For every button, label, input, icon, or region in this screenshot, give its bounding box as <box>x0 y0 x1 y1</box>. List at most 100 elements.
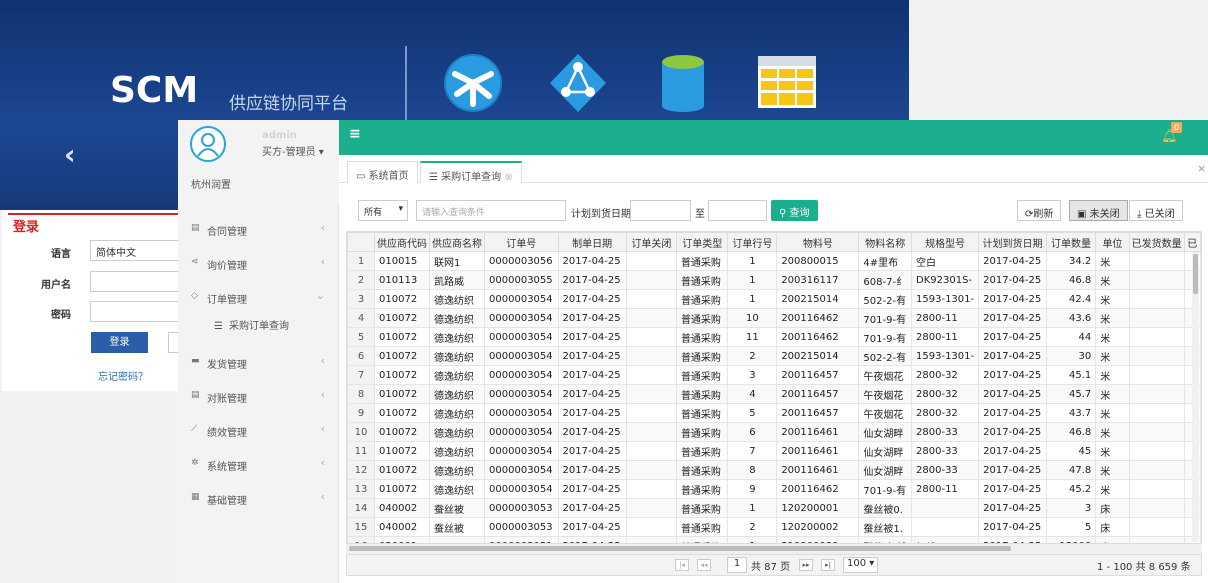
username-field[interactable] <box>90 271 178 292</box>
horizontal-scrollbar-thumb[interactable] <box>349 546 1011 551</box>
sidebar-item-system[interactable]: ✲ 系统管理 ‹ <box>178 455 339 475</box>
table-cell: 2017-04-25 <box>978 460 1047 480</box>
date-to-field[interactable] <box>708 200 767 221</box>
column-header[interactable]: 订单关闭 <box>625 232 677 252</box>
login-button[interactable]: 登录 <box>91 332 148 353</box>
column-header[interactable]: 物料名称 <box>858 232 913 252</box>
table-row[interactable]: 15 040002 蚕丝被 0000003053 2017-04-25 普通采购 2 1202… <box>347 517 1201 537</box>
table-cell: 德逸纺织 <box>429 365 486 385</box>
table-row[interactable]: 6 010072 德逸纺织 0000003054 2017-04-25 普通采购 2 2002… <box>347 346 1201 366</box>
column-header[interactable]: 物料号 <box>776 232 860 252</box>
sidebar-item-inquiry[interactable]: ⋖ 询价管理 ‹ <box>178 254 339 274</box>
table-cell: 010072 <box>374 460 431 480</box>
column-header[interactable]: 订单号 <box>484 232 559 252</box>
vertical-scrollbar[interactable] <box>1192 252 1199 542</box>
column-header[interactable]: 订单数量 <box>1045 232 1097 252</box>
password-field[interactable] <box>90 301 178 322</box>
next-page-icon[interactable]: ▸▸ <box>799 559 813 571</box>
column-header[interactable]: 规格型号 <box>911 232 980 252</box>
filter-select[interactable]: 所有 ▾ <box>358 200 408 221</box>
table-row[interactable]: 10 010072 德逸纺织 0000003054 2017-04-25 普通采购 6 200… <box>347 422 1201 442</box>
table-row[interactable]: 7 010072 德逸纺织 0000003054 2017-04-25 普通采购 3 2001… <box>347 365 1201 385</box>
closed-filter-button[interactable]: ⤓ 已关闭 <box>1129 200 1183 221</box>
table-row[interactable]: 9 010072 德逸纺织 0000003054 2017-04-25 普通采购 5 2001… <box>347 403 1201 423</box>
chevron-left-icon: ‹ <box>320 456 325 469</box>
table-cell: 0000003051 <box>484 536 559 543</box>
column-header[interactable]: 已 <box>1183 232 1201 252</box>
table-cell <box>1128 251 1185 271</box>
search-input[interactable]: 请输入查询条件 <box>416 200 566 221</box>
table-cell: 040002 <box>374 498 431 518</box>
table-cell: 200215014 <box>776 346 860 366</box>
vertical-scrollbar-thumb[interactable] <box>1193 254 1198 294</box>
table-row[interactable]: 13 010072 德逸纺织 0000003054 2017-04-25 普通采购 9 200… <box>347 479 1201 499</box>
forgot-password-link[interactable]: 忘记密码？ <box>98 368 148 383</box>
column-header[interactable]: 供应商名称 <box>429 232 486 252</box>
horizontal-scrollbar[interactable] <box>346 544 1202 554</box>
table-cell: 2017-04-25 <box>557 441 627 461</box>
table-row[interactable]: 3 010072 德逸纺织 0000003054 2017-04-25 普通采购 1 2002… <box>347 289 1201 309</box>
avatar-icon[interactable] <box>190 126 226 162</box>
table-cell: 米 <box>1095 346 1130 366</box>
close-icon[interactable]: × <box>1197 162 1206 175</box>
table-row[interactable]: 4 010072 德逸纺织 0000003054 2017-04-25 普通采购 10 200… <box>347 308 1201 328</box>
book-icon: ▤ <box>191 390 200 400</box>
toolbar: 所有 ▾ 请输入查询条件 计划到货日期 至 ⚲ 查询 ⟳刷新 ▣ 未关闭 ⤓ 已关… <box>349 195 1191 225</box>
table-row[interactable]: 5 010072 德逸纺织 0000003054 2017-04-25 普通采购 11 200… <box>347 327 1201 347</box>
column-header[interactable]: 制单日期 <box>557 232 627 252</box>
column-header[interactable]: 订单行号 <box>727 232 778 252</box>
prev-arrow-icon[interactable]: ‹ <box>64 138 76 171</box>
orders-grid: 供应商代码 供应商名称 订单号 制单日期 订单关闭 订单类型 订单行号 物料号 物料名称 规格型号… <box>346 231 1202 544</box>
table-cell: 1 <box>727 289 778 309</box>
column-header[interactable]: 订单类型 <box>675 232 729 252</box>
column-header[interactable]: 计划到货日期 <box>978 232 1047 252</box>
tab-home[interactable]: ▭ 系统首页 <box>347 161 418 183</box>
table-row[interactable]: 16020001天100000030512017-04-25普通采购121990… <box>347 536 1201 543</box>
profile-role-dropdown[interactable]: 买方-管理员 ▾ <box>262 143 324 158</box>
table-row[interactable]: 2 010113 凯路威 0000003055 2017-04-25 普通采购 1 20031… <box>347 270 1201 290</box>
table-row[interactable]: 11 010072 德逸纺织 0000003054 2017-04-25 普通采购 7 200… <box>347 441 1201 461</box>
table-cell: 6 <box>727 422 778 442</box>
column-header[interactable] <box>347 232 376 252</box>
table-cell: 010072 <box>374 308 431 328</box>
language-select[interactable]: 简体中文 <box>90 240 178 261</box>
last-page-icon[interactable]: ▸| <box>821 559 835 571</box>
first-page-icon[interactable]: |◂ <box>675 559 689 571</box>
column-header[interactable]: 已发货数量 <box>1128 232 1185 252</box>
table-row[interactable]: 1 010015 联网1 0000003056 2017-04-25 普通采购 1 20080… <box>347 251 1201 271</box>
page-size-select[interactable]: 100 ▾ <box>843 557 879 573</box>
tab-po-query[interactable]: ☰ 采购订单查询 ⊗ <box>420 161 522 183</box>
sidebar-item-shipping[interactable]: ▬ 发货管理 ‹ <box>178 353 339 373</box>
sidebar-item-label: 基础管理 <box>207 496 247 507</box>
sidebar-subitem-po-query[interactable]: ☰ 采购订单查询 <box>214 317 289 332</box>
column-header[interactable]: 供应商代码 <box>374 232 431 252</box>
row-number: 16 <box>347 536 376 543</box>
profile-username: admin <box>262 130 297 141</box>
column-header[interactable]: 单位 <box>1095 232 1130 252</box>
sidebar-item-contracts[interactable]: ▤ 合同管理 ‹ <box>178 220 339 240</box>
page-input[interactable]: 1 <box>727 557 747 573</box>
date-from-field[interactable] <box>630 200 691 221</box>
prev-page-icon[interactable]: ◂◂ <box>697 559 711 571</box>
table-row[interactable]: 12 010072 德逸纺织 0000003054 2017-04-25 普通采购 8 200… <box>347 460 1201 480</box>
query-button[interactable]: ⚲ 查询 <box>771 200 818 221</box>
open-filter-button[interactable]: ▣ 未关闭 <box>1069 200 1128 221</box>
record-range: 1 - 100 共 8 659 条 <box>1097 562 1191 573</box>
refresh-button[interactable]: ⟳刷新 <box>1017 200 1062 221</box>
table-cell: 2017-04-25 <box>978 289 1047 309</box>
sidebar-item-basics[interactable]: ▦ 基础管理 ‹ <box>178 489 339 509</box>
table-row[interactable]: 14 040002 蚕丝被 0000003053 2017-04-25 普通采购 1 1202… <box>347 498 1201 518</box>
close-tab-icon[interactable]: ⊗ <box>504 172 512 183</box>
table-row[interactable]: 8 010072 德逸纺织 0000003054 2017-04-25 普通采购 4 2001… <box>347 384 1201 404</box>
sidebar-item-performance[interactable]: ⟋ 绩效管理 ‹ <box>178 421 339 441</box>
table-cell: 蚕丝被 <box>429 517 486 537</box>
table-cell <box>625 479 677 499</box>
sidebar-item-orders[interactable]: ◇ 订单管理 ⌄ <box>178 288 339 308</box>
database-icon <box>660 52 720 114</box>
table-cell <box>625 517 677 537</box>
sidebar-item-reconciliation[interactable]: ▤ 对账管理 ‹ <box>178 387 339 407</box>
table-cell: 502-2-有 <box>858 289 913 309</box>
table-cell: 普通采购 <box>675 308 729 328</box>
hamburger-menu-icon[interactable]: ≡ <box>349 126 361 142</box>
table-cell: 30 <box>1045 346 1097 366</box>
